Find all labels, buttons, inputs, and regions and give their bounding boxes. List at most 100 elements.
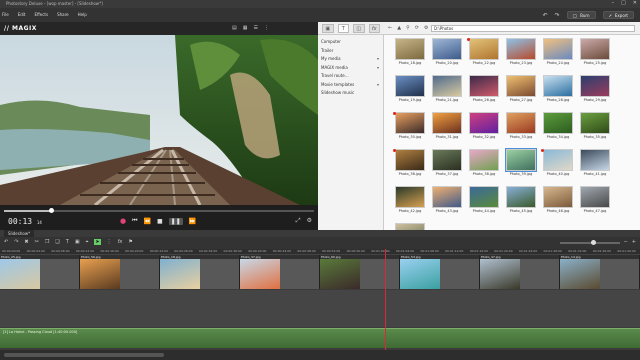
split-icon[interactable]: ⋮ — [107, 239, 112, 245]
tab-import-icon[interactable]: ▣ — [322, 24, 334, 33]
mouse-mode-icon[interactable]: ➤ — [94, 239, 101, 245]
photo-thumbnail[interactable]: Photo_29.jpg — [580, 75, 610, 102]
pool-nav-item[interactable]: Computer — [321, 39, 341, 44]
photo-thumbnail[interactable]: Photo_23.jpg — [506, 38, 536, 65]
group-icon[interactable]: ▣ — [75, 239, 80, 245]
photo-thumbnail[interactable]: Photo_44.jpg — [469, 186, 499, 213]
undo-icon[interactable]: ↶ — [543, 12, 548, 19]
text-icon[interactable]: T — [66, 239, 69, 245]
photo-thumbnail[interactable]: Photo_31.jpg — [432, 112, 462, 139]
expand-arrow-icon[interactable]: ▾ — [377, 65, 379, 70]
menu-file[interactable]: File — [2, 12, 9, 17]
zoom-handle[interactable] — [591, 240, 596, 245]
cut-icon[interactable]: ✂ — [35, 239, 39, 245]
settings-icon[interactable]: ⚙ — [307, 217, 312, 225]
photo-thumbnail[interactable]: Photo_43.jpg — [432, 186, 462, 213]
tab-templates-icon[interactable]: ◫ — [353, 24, 365, 33]
timeline-clip[interactable]: Photo_60.jpg — [320, 255, 400, 289]
delete-icon[interactable]: ✖ — [24, 239, 28, 245]
go-to-start-icon[interactable]: ⏮ — [132, 217, 137, 225]
minimize-button[interactable]: – — [612, 1, 615, 6]
redo-icon[interactable]: ↷ — [555, 12, 560, 19]
marker-icon[interactable]: ⚑ — [128, 239, 132, 245]
effects-icon[interactable]: fx — [118, 239, 123, 245]
folder-up-icon[interactable]: ▲ — [397, 25, 401, 31]
photo-thumbnail[interactable]: Photo_39.jpg — [505, 148, 537, 176]
pool-nav-item[interactable]: Trailer — [321, 48, 333, 53]
photo-thumbnail[interactable]: Photo_20.jpg — [432, 38, 462, 65]
empty-track[interactable] — [0, 289, 640, 327]
photo-thumbnail[interactable]: Photo_18.jpg — [395, 38, 425, 65]
back-icon[interactable]: ← — [388, 25, 392, 31]
menu-edit[interactable]: Edit — [18, 12, 26, 17]
photo-thumbnail[interactable]: Photo_28.jpg — [543, 75, 573, 102]
tab-effects-icon[interactable]: fx — [368, 24, 380, 33]
mixer-icon[interactable]: ☰ — [253, 25, 257, 31]
audio-clip[interactable]: [1] La Haine - Passing Cloud [1:40:00.00… — [0, 328, 640, 348]
zoom-out-icon[interactable]: − — [624, 239, 628, 245]
photo-thumbnail[interactable]: Photo_26.jpg — [469, 75, 499, 102]
photo-thumbnail[interactable]: Photo_45.jpg — [506, 186, 536, 213]
photo-thumbnail[interactable]: Photo_19.jpg — [395, 75, 425, 102]
stop-icon[interactable]: ■ — [157, 218, 163, 225]
redo-icon[interactable]: ↷ — [14, 239, 18, 245]
pool-nav-item[interactable]: Movie templates — [321, 82, 354, 87]
forward-icon[interactable]: ⏩ — [189, 218, 196, 225]
maximize-button[interactable]: □ — [621, 1, 626, 6]
timeline-clip[interactable]: Photo_47.jpg — [480, 255, 560, 289]
expand-arrow-icon[interactable]: ▾ — [377, 82, 379, 87]
menu-share[interactable]: Share — [57, 12, 69, 17]
photo-thumbnail[interactable]: Photo_33.jpg — [506, 112, 536, 139]
gallery-icon[interactable]: ▦ — [243, 25, 248, 31]
path-field[interactable]: D:\Photos — [431, 25, 635, 32]
close-button[interactable]: ✕ — [633, 1, 637, 6]
pool-nav-item[interactable]: My media — [321, 56, 341, 61]
settings-icon[interactable]: ⚙ — [424, 25, 428, 31]
horizontal-scrollbar[interactable] — [4, 353, 164, 357]
tab-text-icon[interactable]: T — [337, 24, 349, 33]
photo-thumbnail[interactable]: Photo_24.jpg — [543, 38, 573, 65]
seek-handle[interactable] — [48, 208, 54, 213]
fullscreen-icon[interactable]: ⤢ — [296, 217, 301, 225]
photo-thumbnail[interactable]: Photo_41.jpg — [580, 149, 610, 176]
photo-thumbnail[interactable]: Photo_35.jpg — [580, 112, 610, 139]
record-icon[interactable]: ● — [120, 217, 126, 225]
pool-nav-item[interactable]: MAGIX media — [321, 65, 348, 70]
playhead[interactable] — [385, 249, 386, 350]
search-icon[interactable]: ⚲ — [406, 25, 410, 31]
undo-icon[interactable]: ↶ — [4, 239, 8, 245]
menu-help[interactable]: Help — [78, 12, 87, 17]
timeline-zoom-slider[interactable] — [560, 240, 620, 245]
timeline-clip[interactable]: Photo_53.jpg — [400, 255, 480, 289]
photo-thumbnail[interactable]: Photo_47.jpg — [580, 186, 610, 213]
paste-icon[interactable]: ❑ — [55, 239, 59, 245]
photo-thumbnail[interactable]: Photo_40.jpg — [543, 149, 573, 176]
refresh-icon[interactable]: ⟳ — [415, 25, 419, 31]
pool-nav-item[interactable]: Slideshow music — [321, 90, 354, 95]
copy-icon[interactable]: ❐ — [45, 239, 49, 245]
timeline-clip[interactable]: Photo_56.jpg — [80, 255, 160, 289]
photo-thumbnail[interactable]: Photo_38.jpg — [469, 149, 499, 176]
photo-thumbnail[interactable]: Photo_21.jpg — [432, 75, 462, 102]
crop-icon[interactable]: ⌖ — [86, 239, 89, 245]
expand-arrow-icon[interactable]: ▾ — [377, 56, 379, 61]
menu-icon[interactable]: ⋮ — [264, 25, 269, 31]
import-icon[interactable]: ▤ — [232, 25, 237, 31]
rewind-icon[interactable]: ⏪ — [144, 218, 151, 225]
photo-thumbnail[interactable]: Photo_36.jpg — [395, 149, 425, 176]
photo-thumbnail[interactable]: Photo_34.jpg — [543, 112, 573, 139]
tab-slideshow[interactable]: Slideshow* — [4, 230, 35, 237]
photo-thumbnail[interactable]: Photo_37.jpg — [432, 149, 462, 176]
menu-effects[interactable]: Effects — [34, 12, 48, 17]
burn-button[interactable]: ◯ Burn — [566, 11, 596, 19]
export-button[interactable]: ➚ Export — [602, 11, 634, 19]
zoom-in-icon[interactable]: + — [632, 239, 636, 245]
pool-nav-item[interactable]: Travel route… — [321, 73, 349, 78]
photo-thumbnail[interactable]: Photo_22.jpg — [469, 38, 499, 65]
timeline-clip[interactable]: Photo_25.jpg — [0, 255, 80, 289]
timeline-clip[interactable]: Photo_18.jpg — [160, 255, 240, 289]
timeline-clip[interactable]: Photo_14.jpg — [560, 255, 640, 289]
timeline-clip[interactable]: Photo_37.jpg — [240, 255, 320, 289]
photo-thumbnail[interactable]: Photo_42.jpg — [395, 186, 425, 213]
seek-bar[interactable] — [4, 208, 314, 213]
